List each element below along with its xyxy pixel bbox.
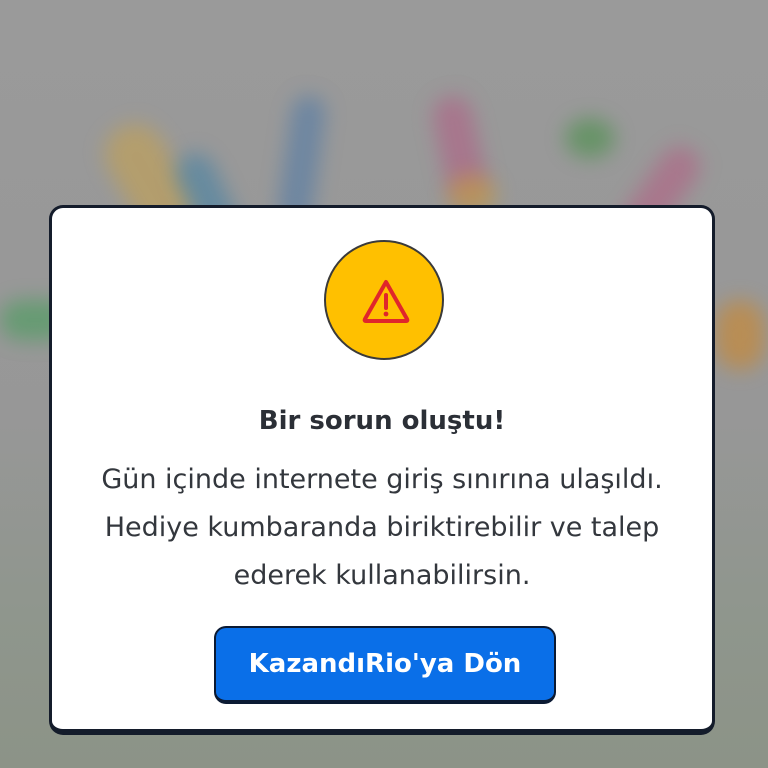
background-confetti <box>715 300 765 370</box>
dialog-title: Bir sorun oluştu! <box>258 406 506 436</box>
warning-badge <box>324 240 444 360</box>
error-dialog: Bir sorun oluştu! Gün içinde internete g… <box>49 205 715 735</box>
warning-triangle-icon <box>362 280 410 323</box>
background-confetti <box>565 118 615 158</box>
return-to-kazandirio-button[interactable]: KazandıRio'ya Dön <box>214 626 556 704</box>
dialog-message: Gün içinde internete giriş sınırına ulaş… <box>101 464 663 591</box>
screen: Bir sorun oluştu! Gün içinde internete g… <box>0 0 768 768</box>
